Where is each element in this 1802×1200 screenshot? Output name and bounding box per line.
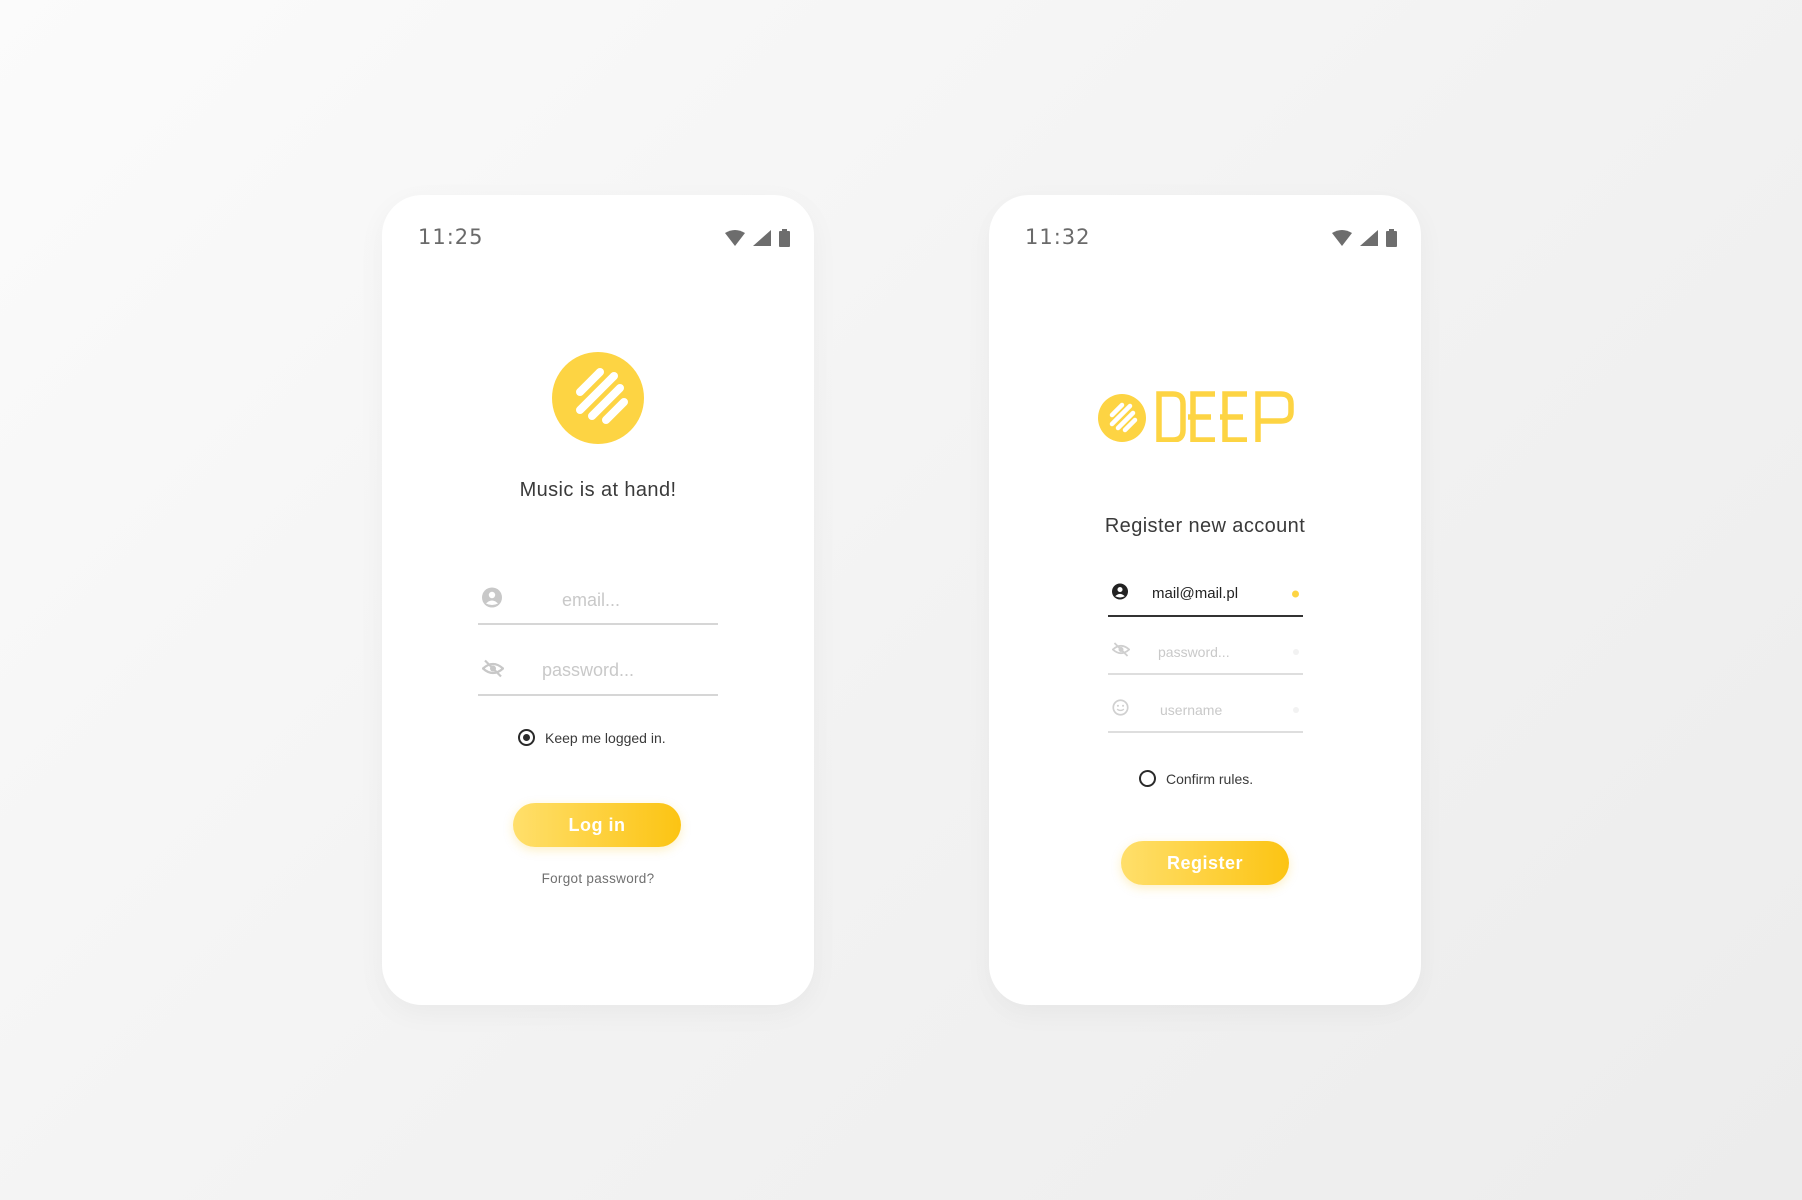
user-icon: [482, 587, 502, 613]
forgot-password-link[interactable]: Forgot password?: [382, 871, 814, 886]
username-field: [1108, 689, 1303, 733]
eye-off-icon[interactable]: [481, 659, 505, 682]
register-screen: 11:32 Register new account mail@mail.pl …: [989, 195, 1421, 1005]
username-input[interactable]: [1160, 689, 1280, 731]
battery-icon: [779, 229, 790, 252]
eye-off-icon[interactable]: [1111, 642, 1131, 662]
login-screen: 11:25 Music is at hand! email... Keep me…: [382, 195, 814, 1005]
keep-logged-in-checkbox[interactable]: Keep me logged in.: [518, 729, 666, 746]
status-bar: 11:32: [1025, 225, 1397, 255]
radio-unchecked-icon[interactable]: [1139, 770, 1156, 787]
email-field: [1108, 572, 1303, 617]
smile-icon: [1112, 699, 1129, 721]
email-field: [478, 577, 718, 625]
keep-logged-in-label: Keep me logged in.: [545, 729, 666, 746]
confirm-rules-checkbox[interactable]: Confirm rules.: [1139, 770, 1253, 787]
confirm-rules-label: Confirm rules.: [1166, 770, 1254, 787]
signal-icon: [753, 230, 771, 251]
status-dot-icon: [1293, 707, 1299, 713]
battery-icon: [1386, 229, 1397, 252]
password-field: [1108, 631, 1303, 675]
status-dot-icon: [1293, 649, 1299, 655]
wifi-icon: [1332, 230, 1352, 251]
wifi-icon: [725, 230, 745, 251]
register-title: Register new account: [1104, 515, 1306, 537]
login-button[interactable]: Log in: [513, 803, 681, 847]
status-time: 11:25: [418, 225, 484, 249]
password-input[interactable]: [542, 647, 712, 694]
email-input[interactable]: [1152, 572, 1282, 615]
valid-dot-icon: [1292, 590, 1299, 597]
status-time: 11:32: [1025, 225, 1091, 249]
user-icon: [1112, 583, 1128, 604]
email-input[interactable]: [562, 577, 712, 623]
tagline: Music is at hand!: [519, 479, 677, 501]
music-logo-icon: [552, 352, 644, 449]
password-input[interactable]: [1158, 631, 1278, 673]
register-button[interactable]: Register: [1121, 841, 1289, 885]
music-logo-icon: [1098, 394, 1146, 442]
deep-logo: [1097, 390, 1313, 447]
status-bar: 11:25: [418, 225, 790, 255]
password-field: [478, 647, 718, 696]
signal-icon: [1360, 230, 1378, 251]
radio-checked-icon[interactable]: [518, 729, 535, 746]
